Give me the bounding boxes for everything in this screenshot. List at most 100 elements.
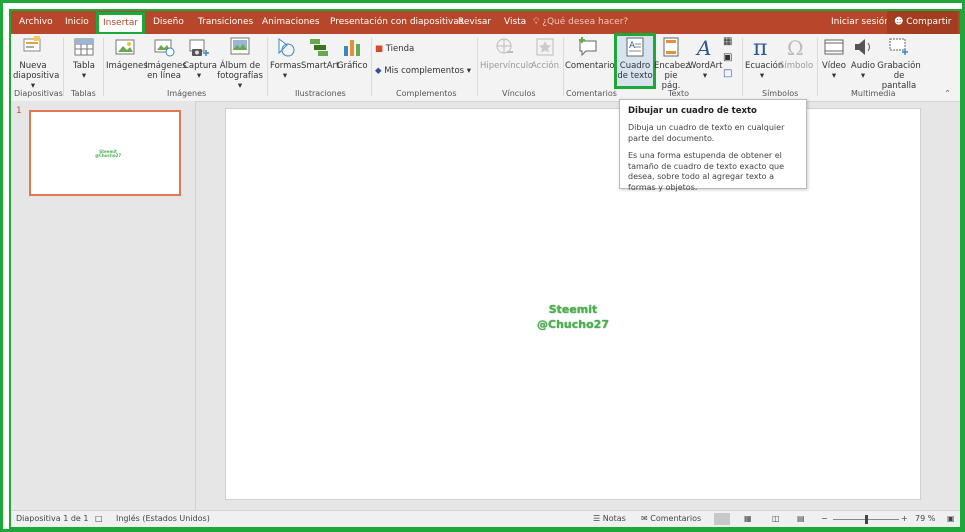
svg-text:A: A — [629, 41, 636, 51]
comments-button[interactable]: ✉ Comentarios — [641, 514, 701, 523]
sign-in-link[interactable]: Iniciar sesión — [831, 11, 890, 34]
wordart-label: WordArt — [688, 61, 723, 71]
photo-album-button[interactable]: Álbum de fotografías ▾ — [216, 36, 264, 91]
spellcheck-icon[interactable]: □ — [95, 514, 103, 523]
comment-button[interactable]: Comentario — [565, 36, 615, 71]
new-slide-label: Nueva — [19, 61, 47, 71]
separator — [63, 38, 64, 96]
object-icon: □ — [723, 68, 733, 79]
tab-vista[interactable]: Vista — [498, 11, 532, 34]
header-footer-button[interactable]: Encabez. pie pág. — [654, 36, 692, 91]
collapse-ribbon-icon[interactable]: ⌃ — [944, 89, 951, 99]
group-label-images: Imágenes — [167, 89, 207, 98]
tab-revisar[interactable]: Revisar — [452, 11, 497, 34]
camera-icon — [189, 39, 209, 56]
zoom-slider-thumb[interactable] — [865, 515, 868, 524]
chart-button[interactable]: Gráfico — [337, 36, 368, 71]
slide-thumbnail[interactable]: Steemit @Chucho27 — [29, 110, 181, 196]
svg-text:A: A — [695, 36, 711, 58]
audio-button[interactable]: Audio ▾ — [849, 36, 877, 81]
object-button[interactable]: □ — [723, 68, 732, 79]
video-label: Vídeo — [821, 61, 846, 71]
tab-inicio[interactable]: Inicio — [59, 11, 95, 34]
omega-icon: Ω — [787, 36, 804, 58]
chart-icon — [344, 40, 360, 56]
slide-canvas[interactable]: Steemit @Chucho27 — [225, 108, 921, 500]
equation-label: Ecuación — [745, 61, 784, 71]
online-images-label: Imágenes — [145, 61, 187, 71]
table-button[interactable]: Tabla ▾ — [69, 36, 99, 81]
zoom-in-button[interactable]: + — [901, 514, 908, 523]
notes-label: Notas — [602, 514, 626, 523]
thumbnail-text-2: @Chucho27 — [95, 153, 122, 158]
equation-button[interactable]: π Ecuación ▾ — [745, 36, 783, 81]
my-addins-button[interactable]: ◆ Mis complementos ▾ — [375, 66, 471, 76]
tab-presentacion[interactable]: Presentación con diapositivas — [324, 11, 470, 34]
symbol-button[interactable]: Ω Símbolo — [779, 36, 813, 71]
tell-me-box[interactable]: 💡︎ ¿Qué desea hacer? — [533, 11, 628, 34]
store-icon: ■ — [375, 44, 384, 54]
slide-thumbnail-pane: 1 Steemit @Chucho27 — [11, 101, 196, 510]
online-images-label-2: en línea — [147, 71, 181, 81]
equation-dropdown: ▾ — [759, 71, 765, 81]
notes-button[interactable]: ☰ Notas — [593, 514, 626, 523]
video-icon — [824, 39, 844, 55]
group-label-comments: Comentarios — [566, 89, 617, 98]
store-label: Tienda — [385, 44, 415, 54]
date-time-button[interactable]: ▦ — [723, 36, 732, 47]
capture-button[interactable]: Captura ▾ — [183, 36, 217, 81]
separator — [103, 38, 104, 96]
normal-view-button[interactable] — [714, 513, 730, 525]
powerpoint-window: Archivo Inicio Insertar Diseño Transicio… — [9, 9, 962, 529]
zoom-out-button[interactable]: − — [821, 514, 828, 523]
notes-icon: ☰ — [593, 514, 601, 523]
images-label: Imágenes — [106, 61, 148, 71]
new-slide-icon — [23, 36, 41, 52]
album-label-2: fotografías ▾ — [217, 71, 263, 91]
screen-recording-button[interactable]: Grabación de pantalla — [877, 36, 921, 91]
action-button[interactable]: Acción — [530, 36, 560, 71]
audio-dropdown: ▾ — [860, 71, 866, 81]
tab-insertar[interactable]: Insertar — [95, 12, 146, 35]
images-button[interactable]: Imágenes — [106, 36, 148, 71]
share-button[interactable]: ☻ Compartir — [887, 11, 959, 34]
tab-animaciones[interactable]: Animaciones — [256, 11, 326, 34]
wordart-button[interactable]: A WordArt ▾ — [688, 36, 723, 81]
video-button[interactable]: Vídeo ▾ — [820, 36, 848, 81]
reading-view-icon[interactable]: ◫ — [772, 514, 780, 523]
date-icon: ▦ — [723, 36, 733, 47]
smartart-button[interactable]: SmartArt — [301, 36, 339, 71]
hyperlink-button[interactable]: Hipervínculo — [480, 36, 534, 71]
zoom-level[interactable]: 79 % — [915, 514, 935, 523]
comment-icon — [579, 37, 597, 57]
shapes-button[interactable]: Formas ▾ — [270, 36, 301, 81]
tab-diseno[interactable]: Diseño — [147, 11, 190, 34]
separator — [477, 38, 478, 96]
slideshow-icon[interactable]: ▤ — [797, 514, 805, 523]
tab-archivo[interactable]: Archivo — [13, 11, 59, 34]
photo-album-icon — [230, 37, 250, 55]
group-label-illustrations: Ilustraciones — [295, 89, 346, 98]
wordart-icon: A — [695, 36, 711, 58]
new-slide-button[interactable]: Nueva diapositiva ▾ — [13, 36, 59, 91]
online-images-button[interactable]: Imágenes en línea — [145, 36, 187, 81]
globe-link-icon — [496, 38, 513, 54]
store-button[interactable]: ■ Tienda — [375, 44, 414, 54]
tab-transiciones[interactable]: Transiciones — [192, 11, 259, 34]
fit-slide-icon[interactable]: ▣ — [947, 514, 955, 523]
share-label: Compartir — [906, 17, 952, 27]
slide-text-line-1: Steemit — [548, 303, 598, 316]
slide-sorter-icon[interactable]: ▦ — [744, 514, 752, 523]
pi-icon: π — [753, 36, 767, 58]
slide-text-box[interactable]: Steemit @Chucho27 — [226, 302, 920, 332]
tooltip-title: Dibujar un cuadro de texto — [628, 106, 757, 116]
slide-number-button[interactable]: ▣ — [723, 52, 732, 63]
lightbulb-icon: 💡︎ — [533, 17, 540, 27]
separator — [371, 38, 372, 96]
textbox-button[interactable]: A Cuadro de texto — [614, 33, 656, 89]
hyperlink-label: Hipervínculo — [480, 61, 534, 71]
chevron-down-icon: ▾ — [466, 66, 472, 76]
comments-label: Comentarios — [650, 514, 702, 523]
language-indicator[interactable]: Inglés (Estados Unidos) — [116, 514, 210, 523]
table-icon — [74, 38, 94, 56]
